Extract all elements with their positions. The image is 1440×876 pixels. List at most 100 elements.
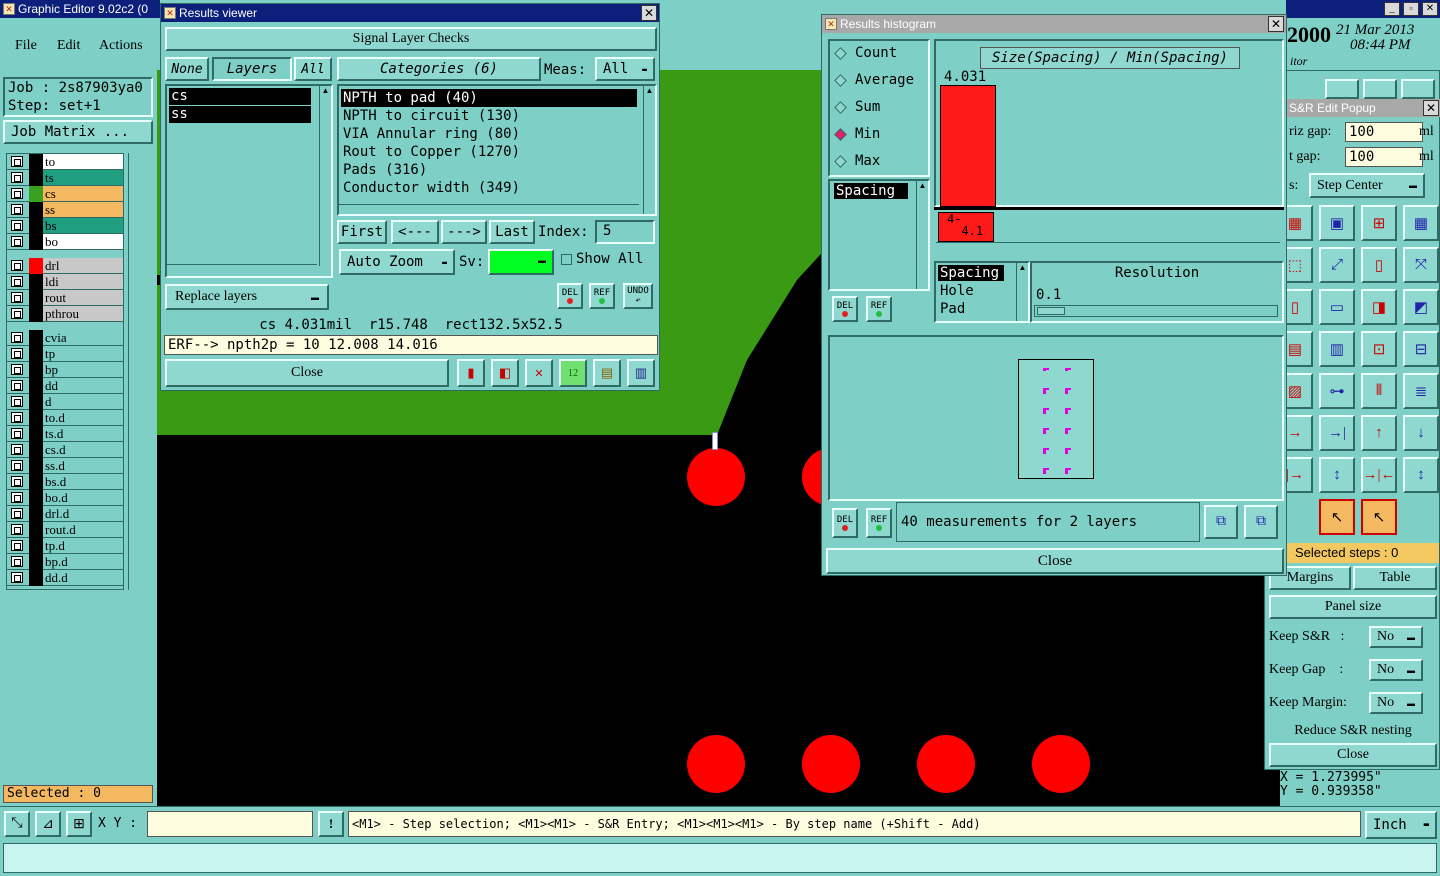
layer-row[interactable]: to [7, 153, 123, 170]
layer-checkbox[interactable] [11, 156, 23, 167]
layer-row[interactable]: pthrou [7, 305, 123, 322]
radio-icon[interactable] [834, 46, 847, 60]
sr-tool-icon[interactable]: →| [1319, 415, 1355, 451]
radio-icon[interactable] [834, 100, 847, 114]
layer-checkbox[interactable] [11, 172, 23, 183]
layer-row[interactable]: cvia [7, 329, 123, 346]
layer-row[interactable]: bp [7, 361, 123, 378]
layer-row[interactable]: tp [7, 345, 123, 362]
panel-size-button[interactable]: Panel size [1269, 595, 1437, 619]
horiz-gap-input[interactable]: 100 [1345, 122, 1423, 142]
sr-tool-icon[interactable]: ◨ [1361, 289, 1397, 325]
layer-row[interactable]: rout.d [7, 521, 123, 538]
unit-selector[interactable]: Inch ▬ [1365, 811, 1437, 839]
zoom-to-result-icon[interactable]: ⧉ [1244, 505, 1278, 539]
pick-step-add-icon[interactable]: ↖ [1361, 499, 1397, 535]
layer-row[interactable]: ts [7, 169, 123, 186]
layer-row[interactable]: drl [7, 257, 123, 274]
layer-row[interactable]: bo [7, 233, 123, 250]
list-item[interactable]: Conductor width (349) [341, 179, 637, 197]
mode-radio[interactable]: Max [834, 153, 880, 169]
categories-listbox[interactable]: NPTH to pad (40) NPTH to circuit (130) VIA… [337, 84, 657, 216]
sv-color-select[interactable]: ▬ [488, 249, 554, 275]
job-matrix-button[interactable]: Job Matrix ... [3, 120, 153, 144]
show-all-results-icon[interactable]: ▮ [457, 359, 485, 387]
measure-scrollbar[interactable]: ▲ [1016, 263, 1028, 321]
index-input[interactable]: 5 [595, 220, 655, 244]
pad-circle[interactable] [687, 448, 745, 506]
layer-checkbox[interactable] [11, 492, 23, 503]
layer-checkbox[interactable] [11, 260, 23, 271]
results-viewer-close-button[interactable]: Close [165, 359, 449, 387]
sr-close-button[interactable]: Close [1269, 743, 1437, 767]
list-item[interactable]: Rout to Copper (1270) [341, 143, 637, 161]
layer-row[interactable]: ss [7, 201, 123, 218]
slider-thumb[interactable] [1037, 307, 1065, 315]
command-line[interactable] [3, 843, 1437, 873]
layer-row[interactable]: dd [7, 377, 123, 394]
close-icon[interactable]: ✕ [1423, 100, 1439, 116]
prev-button[interactable]: <--- [391, 220, 439, 244]
layer-row[interactable]: ss.d [7, 457, 123, 474]
layer-checkbox[interactable] [11, 460, 23, 471]
layers-none-button[interactable]: None [165, 57, 209, 81]
grid-icon[interactable]: ⊞ [66, 811, 92, 837]
maximize-icon[interactable]: ▫ [1403, 2, 1419, 16]
hist-ref-button[interactable]: REF [866, 296, 892, 322]
radio-icon[interactable] [834, 127, 847, 141]
radio-icon[interactable] [834, 154, 847, 168]
auto-zoom-select[interactable]: Auto Zoom ▬ [339, 249, 455, 275]
tool-icon[interactable] [1363, 79, 1397, 99]
list-item[interactable]: VIA Annular ring (80) [341, 125, 637, 143]
sr-tool-icon[interactable]: ▦ [1403, 205, 1439, 241]
close-icon[interactable]: ✕ [641, 5, 657, 21]
close-icon[interactable]: ✕ [1268, 16, 1284, 32]
histogram-bar[interactable] [940, 85, 996, 207]
first-button[interactable]: First [337, 220, 387, 244]
layer-checkbox[interactable] [11, 364, 23, 375]
menu-file[interactable]: File [15, 38, 37, 54]
pad-circle[interactable] [917, 735, 975, 793]
menu-edit[interactable]: Edit [57, 38, 80, 54]
layer-checkbox[interactable] [11, 508, 23, 519]
pad-circle[interactable] [687, 735, 745, 793]
sr-tool-icon[interactable]: ↕ [1403, 457, 1439, 493]
resolution-slider[interactable] [1034, 305, 1278, 317]
undo-button[interactable]: UNDO ↶ [623, 283, 653, 309]
replace-layers-button[interactable]: Replace layers ▬ [165, 284, 329, 310]
layer-row[interactable]: bs.d [7, 473, 123, 490]
error-marker[interactable] [712, 432, 718, 450]
layer-checkbox[interactable] [11, 572, 23, 583]
sr-tool-icon[interactable]: ▥ [1319, 331, 1355, 367]
pad-circle[interactable] [1032, 735, 1090, 793]
layer-checkbox[interactable] [11, 444, 23, 455]
list-item[interactable]: Pads (316) [341, 161, 637, 179]
layer-checkbox[interactable] [11, 332, 23, 343]
del-button[interactable]: DEL [557, 283, 583, 309]
meas-select[interactable]: All ▬ [595, 57, 655, 81]
left-measure-list[interactable]: Spacing ▲ [828, 179, 930, 291]
sr-tool-icon[interactable]: ↑ [1361, 415, 1397, 451]
sr-tool-icon[interactable]: ⫴ [1361, 373, 1397, 409]
layers-all-button[interactable]: All [294, 57, 332, 81]
mode-radio[interactable]: Min [834, 126, 880, 142]
step-mode-select[interactable]: Step Center ▬ [1309, 173, 1425, 198]
tool-icon[interactable] [1401, 79, 1435, 99]
keep-margin-select[interactable]: No ▬ [1369, 692, 1423, 714]
sr-tool-icon[interactable]: ▣ [1319, 205, 1355, 241]
next-button[interactable]: ---> [441, 220, 487, 244]
layer-checkbox[interactable] [11, 292, 23, 303]
layer-row[interactable]: dd.d [7, 569, 123, 586]
layers-listbox[interactable]: cs ss ▲ [165, 84, 333, 278]
range-hscrollbar[interactable] [936, 242, 1280, 248]
layer-checkbox[interactable] [11, 188, 23, 199]
zoom-to-layer-icon[interactable]: ⧉ [1204, 505, 1238, 539]
sr-tool-icon[interactable]: ↓ [1403, 415, 1439, 451]
layers-hscrollbar[interactable] [167, 264, 317, 276]
layer-row[interactable]: bp.d [7, 553, 123, 570]
left-list-scrollbar[interactable]: ▲ [916, 181, 928, 289]
histogram-close-button[interactable]: Close [826, 548, 1284, 574]
table-button[interactable]: Table [1353, 566, 1437, 590]
zoom-result-icon[interactable]: ◧ [491, 359, 519, 387]
keep-gap-select[interactable]: No ▬ [1369, 659, 1423, 681]
